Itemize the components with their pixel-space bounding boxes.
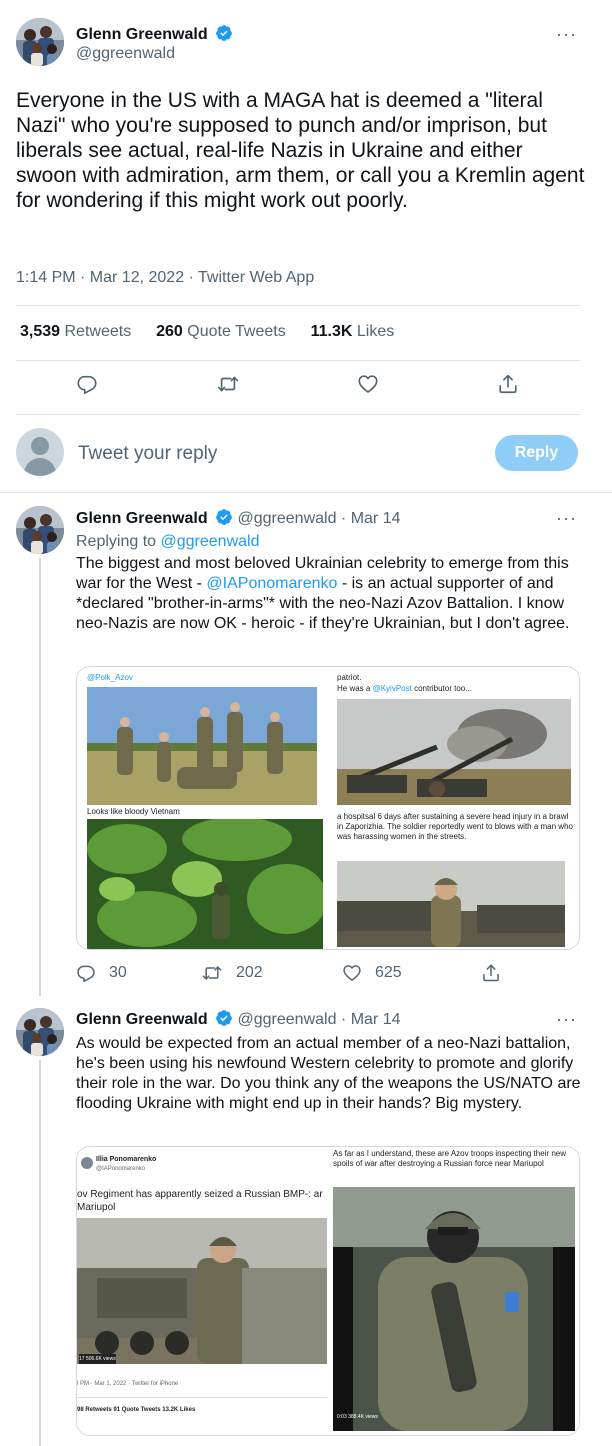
image-caption: @Polk_Azov [87,673,133,682]
share-icon[interactable] [481,963,501,983]
author-name[interactable]: Glenn Greenwald [76,510,208,527]
image-caption: He was a @KyivPost contributor too... [337,684,472,693]
embed-meta: l PM · Mar 1, 2022 · Twitter for iPhone [77,1381,179,1387]
share-icon[interactable] [497,373,519,395]
replying-to: Replying to @ggreenwald [76,533,260,550]
embed-views: 17 506.6K views [79,1354,116,1364]
image-caption: As far as I understand, these are Azov t… [333,1149,567,1168]
author-avatar[interactable] [16,506,64,554]
embed-stats: 98 Retweets 91 Quote Tweets 13.2K Likes [77,1407,196,1413]
tweet-text: Everyone in the US with a MAGA hat is de… [16,89,585,212]
media-image-3[interactable]: Looks like bloody Vietnam [77,807,329,949]
media-image-2[interactable]: patriot. He was a @KyivPost contributor … [329,667,579,809]
like-icon[interactable] [357,373,379,395]
media-image-1[interactable]: @Polk_Azov [77,667,329,809]
author-handle[interactable]: @ggreenwald [76,45,175,63]
author-name[interactable]: Glenn Greenwald [76,1011,208,1028]
embed-text: ov Regiment has apparently seized a Russ… [77,1189,323,1213]
media-image-4[interactable]: a hospitsal 6 days after sustaining a se… [329,809,579,949]
embed-avatar [81,1157,93,1169]
media-image-1[interactable]: Illia Ponomarenko @IAPonomarenko ov Regi… [77,1147,329,1435]
azov-troop-photo [333,1187,575,1431]
media-grid[interactable]: @Polk_Azov patriot. He was a @KyivPost c… [76,666,580,950]
soldiers-field-photo [87,687,317,805]
soldier-vehicle-photo [337,861,565,947]
more-icon[interactable]: ··· [556,24,577,45]
tweet-date[interactable]: · Mar 14 [341,1011,401,1028]
divider [16,414,580,415]
retweet-count: 202 [236,964,263,981]
tweet-timestamp[interactable]: 1:14 PM · Mar 12, 2022 · Twitter Web App [16,269,314,287]
reply-count: 30 [109,964,127,981]
media-grid[interactable]: Illia Ponomarenko @IAPonomarenko ov Regi… [76,1146,580,1436]
reply-icon[interactable] [76,963,96,983]
author-avatar[interactable] [16,1008,64,1056]
artillery-photo [337,699,571,805]
like-count: 625 [375,964,402,981]
divider [16,360,580,361]
verified-badge-icon [215,1009,233,1027]
verified-badge-icon [215,24,233,42]
reply-text: As would be expected from an actual memb… [76,1035,581,1112]
replying-to-link[interactable]: @ggreenwald [161,533,260,550]
embed-handle: @IAPonomarenko [96,1166,146,1172]
image-caption: Looks like bloody Vietnam [87,807,180,816]
forest-photo [87,819,323,949]
retweets-stat[interactable]: 3,539 Retweets [20,323,131,340]
author-handle[interactable]: @ggreenwald [238,1011,337,1028]
mention-link[interactable]: @IAPonomarenko [206,575,337,592]
video-views: 0:03 388.4K views [337,1414,378,1420]
more-icon[interactable]: ··· [556,508,577,529]
reply-button[interactable]: Reply [495,435,578,471]
more-icon[interactable]: ··· [556,1009,577,1030]
quote-tweets-stat[interactable]: 260 Quote Tweets [156,323,286,340]
author-avatar[interactable] [16,18,64,66]
reply-input[interactable]: Tweet your reply [78,443,217,465]
like-icon[interactable] [342,963,362,983]
likes-stat[interactable]: 11.3K Likes [311,323,395,340]
image-caption: a hospitsal 6 days after sustaining a se… [337,812,573,841]
thread-line [39,558,41,996]
divider [0,492,612,493]
tweet-stats: 3,539 Retweets 260 Quote Tweets 11.3K Li… [20,323,394,341]
image-caption: patriot. [337,673,362,682]
reply-icon[interactable] [76,373,98,395]
tweet-date[interactable]: · Mar 14 [341,510,401,527]
retweet-icon[interactable] [217,373,239,395]
reply-text: The biggest and most beloved Ukrainian c… [76,555,570,632]
media-image-2[interactable]: As far as I understand, these are Azov t… [329,1147,579,1435]
thread-line [39,1060,41,1446]
verified-badge-icon [215,508,233,526]
divider [16,305,580,306]
default-avatar-icon [16,428,64,476]
retweet-icon[interactable] [202,963,222,983]
bmp-soldier-photo [77,1218,327,1364]
author-handle[interactable]: @ggreenwald [238,510,337,527]
author-name[interactable]: Glenn Greenwald [76,26,208,43]
